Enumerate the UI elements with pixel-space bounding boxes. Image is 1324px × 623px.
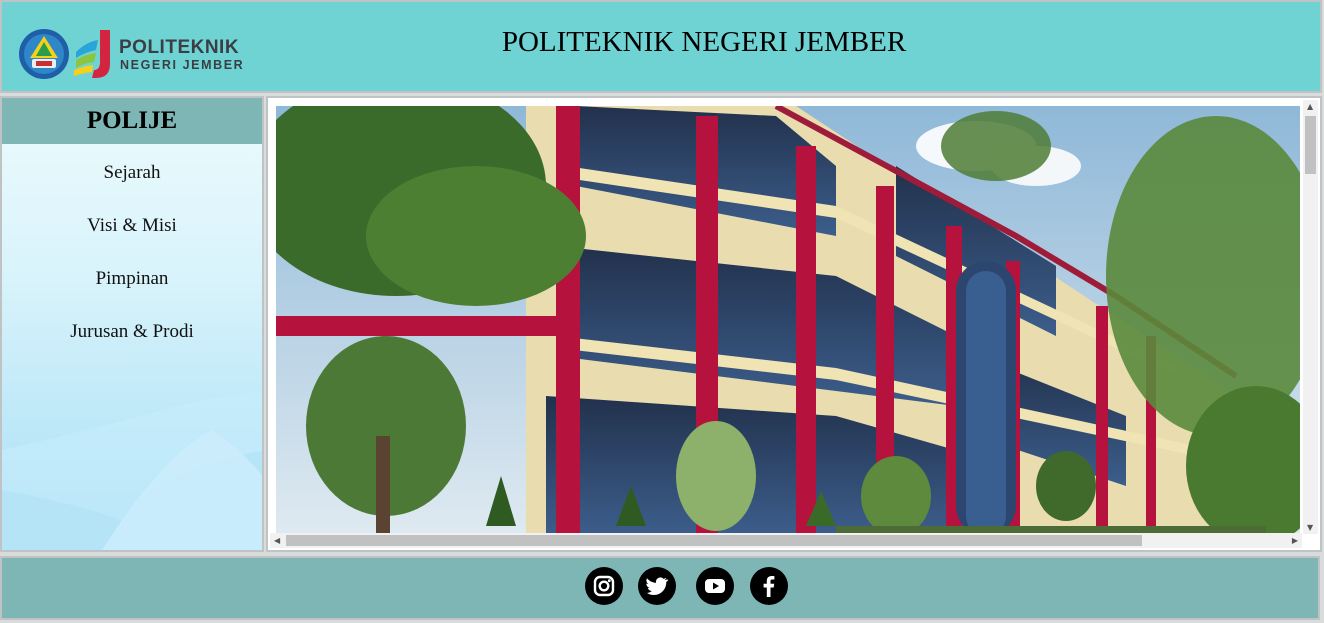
sidebar-item-pimpinan[interactable]: Pimpinan xyxy=(2,250,262,303)
sidebar-heading: POLIJE xyxy=(2,98,262,144)
campus-building-photo xyxy=(276,106,1300,536)
sidebar-item-jurusan-prodi[interactable]: Jurusan & Prodi xyxy=(2,303,262,356)
horizontal-scroll-thumb[interactable] xyxy=(286,535,1142,546)
instagram-icon[interactable] xyxy=(585,567,623,605)
scroll-up-icon[interactable]: ▲ xyxy=(1307,102,1313,111)
sidebar-wave-decoration xyxy=(2,390,262,550)
scroll-left-icon[interactable]: ◀ xyxy=(274,536,280,545)
sidebar-item-visi-misi[interactable]: Visi & Misi xyxy=(2,197,262,250)
sidebar: POLIJE Sejarah Visi & Misi Pimpinan Juru… xyxy=(0,96,264,552)
vertical-scroll-thumb[interactable] xyxy=(1305,116,1316,174)
scroll-down-icon[interactable]: ▼ xyxy=(1307,523,1313,532)
sidebar-nav: Sejarah Visi & Misi Pimpinan Jurusan & P… xyxy=(2,144,262,356)
horizontal-scrollbar[interactable]: ◀ ▶ xyxy=(270,533,1302,548)
vertical-scrollbar[interactable]: ▲ ▼ xyxy=(1303,100,1318,534)
site-footer xyxy=(0,556,1320,620)
site-header: POLITEKNIK NEGERI JEMBER POLITEKNIK NEGE… xyxy=(0,0,1322,93)
scroll-right-icon[interactable]: ▶ xyxy=(1292,536,1298,545)
page-title: POLITEKNIK NEGERI JEMBER xyxy=(501,26,907,58)
main-content-frame: ▲ ▼ ◀ ▶ xyxy=(266,96,1322,552)
facebook-icon[interactable] xyxy=(750,567,788,605)
sidebar-item-sejarah[interactable]: Sejarah xyxy=(2,144,262,197)
twitter-icon[interactable] xyxy=(638,567,676,605)
logo-text-secondary: NEGERI JEMBER xyxy=(120,58,245,72)
youtube-icon[interactable] xyxy=(696,567,734,605)
